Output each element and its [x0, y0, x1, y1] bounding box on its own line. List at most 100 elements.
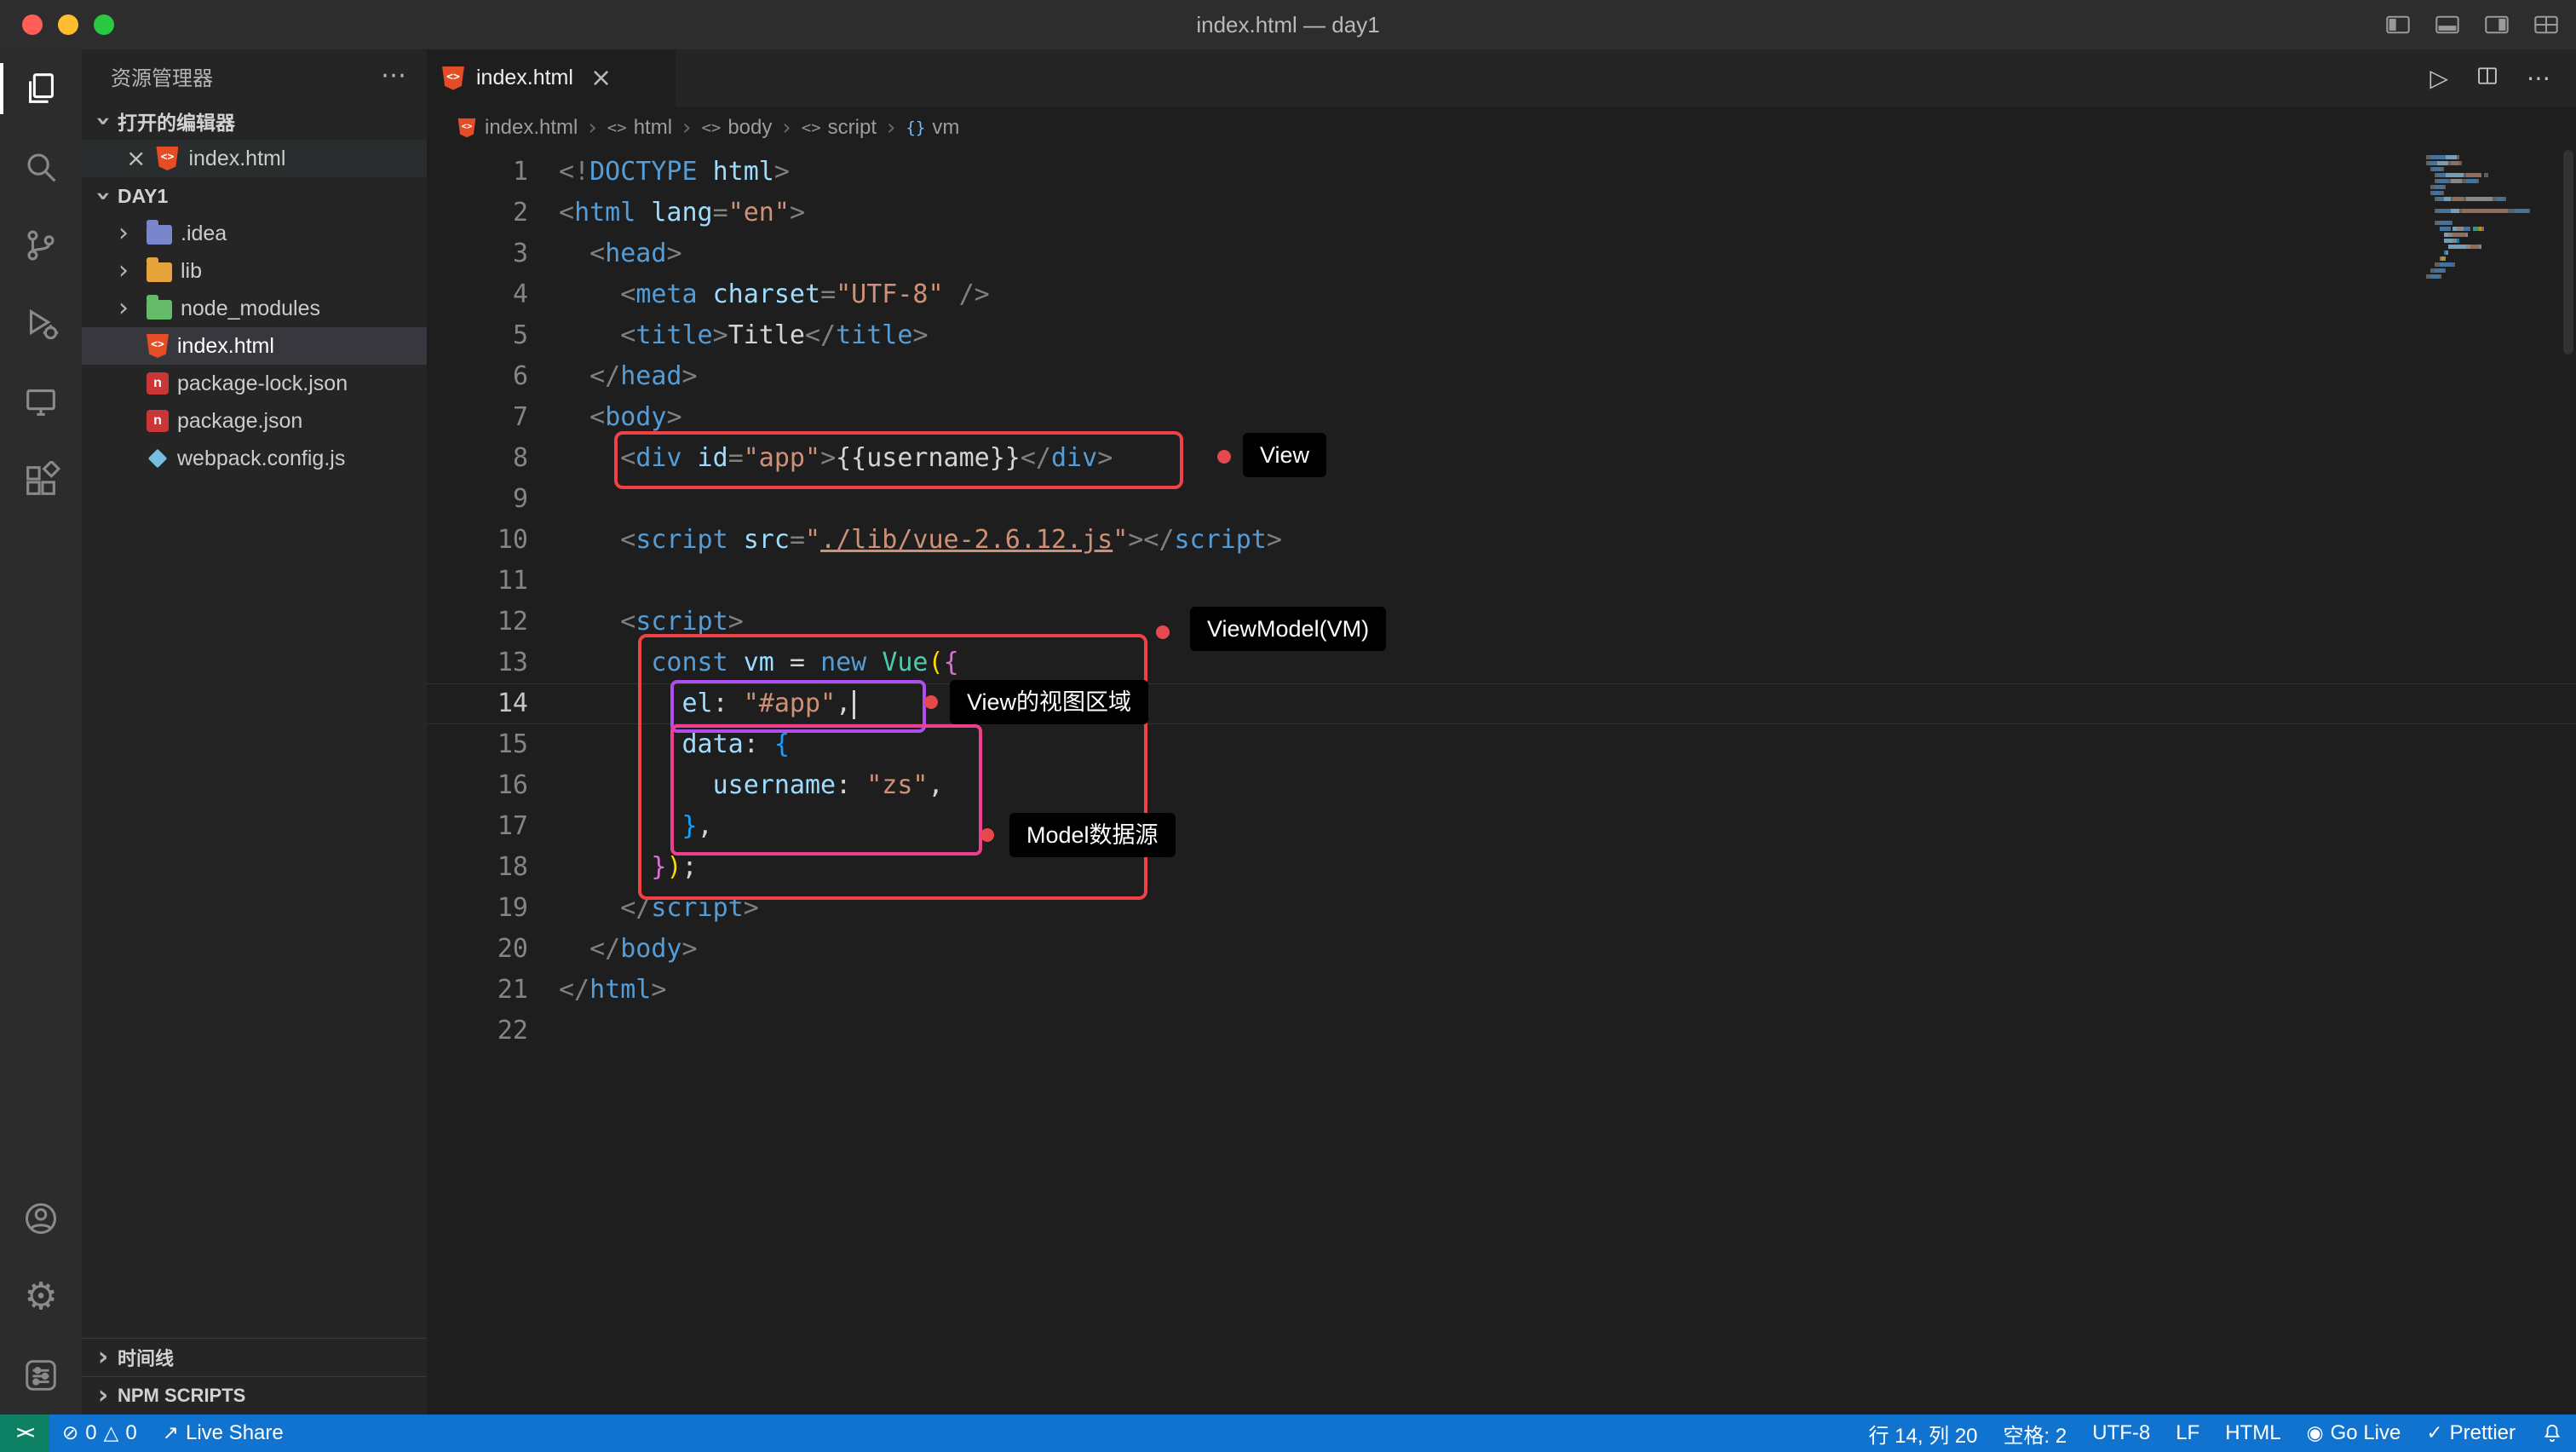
- status-eol[interactable]: LF: [2163, 1415, 2212, 1452]
- activity-item-source-control[interactable]: [0, 206, 82, 285]
- minimap-token: [2451, 221, 2453, 225]
- activity-item-remote-explorer[interactable]: [0, 363, 82, 441]
- code-line[interactable]: 7 <body>: [427, 397, 2576, 438]
- open-editor-item[interactable]: ×index.html: [82, 140, 427, 177]
- code-token: </: [559, 975, 589, 1005]
- activity-item-explorer[interactable]: [0, 49, 82, 128]
- section-NPM SCRIPTS[interactable]: ›NPM SCRIPTS: [82, 1376, 427, 1415]
- minimap-token: [2444, 268, 2447, 273]
- activity-item-extensions[interactable]: [0, 441, 82, 520]
- html-file-icon: [458, 118, 476, 136]
- run-button[interactable]: ▷: [2429, 66, 2448, 90]
- tree-item-lib[interactable]: ›lib: [82, 252, 427, 290]
- code-line[interactable]: 17 },: [427, 806, 2576, 847]
- code-token: charset: [698, 279, 821, 309]
- toggle-secondary-sidebar-button[interactable]: [2484, 14, 2510, 36]
- tree-item-label: .idea: [181, 222, 227, 246]
- code-line[interactable]: 4 <meta charset="UTF-8" />: [427, 274, 2576, 315]
- close-icon[interactable]: ×: [126, 147, 146, 170]
- code-line[interactable]: 14 el: "#app",: [427, 683, 2576, 724]
- code-line[interactable]: 22: [427, 1011, 2576, 1052]
- code-token: ,: [929, 770, 944, 800]
- code-line[interactable]: 2<html lang="en">: [427, 193, 2576, 233]
- sliders-icon: [21, 1356, 60, 1395]
- status-cursor-position[interactable]: 行 14, 列 20: [1855, 1415, 1990, 1452]
- status-go-live[interactable]: ◉Go Live: [2294, 1415, 2414, 1452]
- status-language[interactable]: HTML: [2212, 1415, 2293, 1452]
- code-line[interactable]: 15 data: {: [427, 724, 2576, 765]
- code-line[interactable]: 6 </head>: [427, 356, 2576, 397]
- minimap-token: [2426, 245, 2448, 249]
- status-prettier[interactable]: ✓Prettier: [2413, 1415, 2528, 1452]
- code-line[interactable]: 19 </script>: [427, 888, 2576, 929]
- code-token: [559, 689, 682, 718]
- breadcrumb-script[interactable]: <>script: [802, 116, 877, 140]
- split-editor-button[interactable]: [2475, 64, 2499, 92]
- tree-item-label: lib: [181, 259, 202, 284]
- close-tab-icon[interactable]: ×: [590, 66, 612, 91]
- breadcrumb-html[interactable]: <>html: [607, 116, 672, 140]
- code-line[interactable]: 8 <div id="app">{{username}}</div>: [427, 438, 2576, 479]
- code-token: <: [620, 525, 635, 555]
- activity-item-accounts[interactable]: [0, 1179, 82, 1258]
- code-line[interactable]: 12 <script>: [427, 602, 2576, 642]
- code-line[interactable]: 3 <head>: [427, 233, 2576, 274]
- activity-item-layout-tweaks[interactable]: [0, 1336, 82, 1415]
- breadcrumb-index.html[interactable]: index.html: [456, 116, 578, 140]
- minimap-token: [2444, 197, 2451, 201]
- status-encoding[interactable]: UTF-8: [2079, 1415, 2163, 1452]
- open-editors-header[interactable]: › 打开的编辑器: [82, 102, 427, 140]
- notifications-bell[interactable]: [2528, 1415, 2576, 1452]
- code-line[interactable]: 9: [427, 479, 2576, 520]
- tree-item-package.json[interactable]: package.json: [82, 402, 427, 440]
- code-area[interactable]: 1<!DOCTYPE html>2<html lang="en">3 <head…: [427, 148, 2576, 1415]
- live-share-status[interactable]: ↗ Live Share: [150, 1415, 296, 1452]
- html-file-icon: [442, 66, 464, 90]
- tree-item-package-lock.json[interactable]: package-lock.json: [82, 365, 427, 402]
- scrollbar-thumb[interactable]: [2563, 150, 2573, 354]
- status-indentation[interactable]: 空格: 2: [1991, 1415, 2080, 1452]
- code-token: data: [682, 729, 744, 759]
- code-line[interactable]: 18 });: [427, 847, 2576, 888]
- editor-body[interactable]: 1<!DOCTYPE html>2<html lang="en">3 <head…: [427, 148, 2576, 1415]
- activity-item-run-debug[interactable]: [0, 285, 82, 363]
- more-actions-button[interactable]: ⋯: [2527, 66, 2550, 90]
- minimap-token: [2433, 191, 2441, 195]
- activity-item-search[interactable]: [0, 128, 82, 206]
- code-line[interactable]: 20 </body>: [427, 929, 2576, 970]
- tree-item-webpack.config.js[interactable]: webpack.config.js: [82, 440, 427, 477]
- activity-item-settings[interactable]: ⚙: [0, 1258, 82, 1336]
- breadcrumb-body[interactable]: <>body: [701, 116, 772, 140]
- toggle-panel-button[interactable]: [2435, 14, 2460, 36]
- tree-item-node_modules[interactable]: ›node_modules: [82, 290, 427, 327]
- npm-file-icon: [147, 410, 169, 432]
- minimap-token: [2457, 227, 2464, 231]
- code-line[interactable]: 1<!DOCTYPE html>: [427, 152, 2576, 193]
- remote-indicator[interactable]: ><: [0, 1415, 49, 1452]
- code-line[interactable]: 16 username: "zs",: [427, 765, 2576, 806]
- code-token: [559, 320, 620, 350]
- more-actions-icon[interactable]: ⋯: [381, 63, 406, 89]
- code-line[interactable]: 11: [427, 561, 2576, 602]
- tree-item-.idea[interactable]: ›.idea: [82, 215, 427, 252]
- minimap-line: [2426, 280, 2554, 286]
- section-时间线[interactable]: ›时间线: [82, 1338, 427, 1376]
- code-line[interactable]: 21</html>: [427, 970, 2576, 1011]
- minimap-token: [2426, 197, 2435, 201]
- problems-status[interactable]: ⊘ 0 △ 0: [49, 1415, 150, 1452]
- minimap-token: [2433, 167, 2441, 171]
- code-line[interactable]: 5 <title>Title</title>: [427, 315, 2576, 356]
- code-token: >: [744, 893, 759, 923]
- tree-item-index.html[interactable]: index.html: [82, 327, 427, 365]
- customize-layout-button[interactable]: [2533, 14, 2559, 36]
- code-line[interactable]: 13 const vm = new Vue({: [427, 642, 2576, 683]
- toggle-primary-sidebar-button[interactable]: [2385, 14, 2411, 36]
- minimap-token: [2426, 233, 2444, 237]
- minimap[interactable]: [2426, 155, 2554, 286]
- code-line[interactable]: 10 <script src="./lib/vue-2.6.12.js"></s…: [427, 520, 2576, 561]
- section-label: 时间线: [118, 1344, 174, 1371]
- tab-index-html[interactable]: index.html ×: [427, 49, 676, 107]
- project-section-header[interactable]: › DAY1: [82, 177, 427, 215]
- breadcrumb-vm[interactable]: {}vm: [906, 116, 959, 140]
- code-token: el: [682, 689, 713, 718]
